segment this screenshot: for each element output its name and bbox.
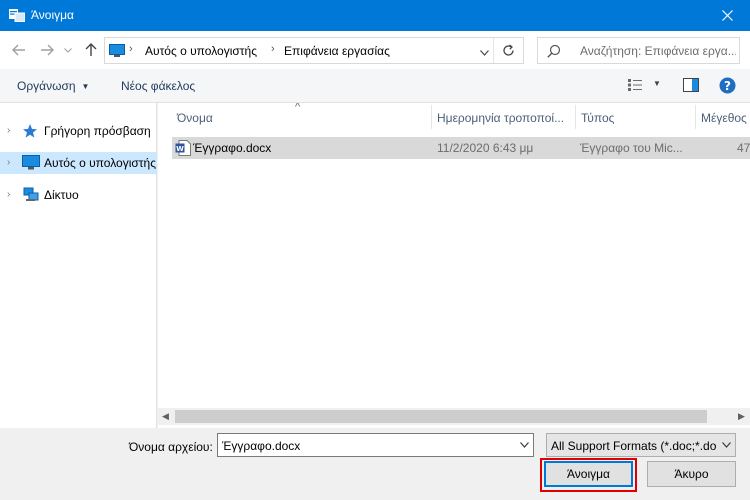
file-row[interactable]: W Έγγραφο.docx 11/2/2020 6:43 μμ Έγγραφο… [172, 137, 750, 159]
expand-chevron-icon[interactable]: › [7, 157, 10, 168]
chevron-down-icon: ▼ [81, 82, 90, 91]
new-folder-button[interactable]: Νέος φάκελος [121, 79, 195, 93]
column-header-type[interactable]: Τύπος [581, 111, 614, 125]
window-title: Άνοιγμα [31, 8, 74, 22]
address-row: › Αυτός ο υπολογιστής › Επιφάνεια εργασί… [0, 31, 750, 69]
file-list: ^ Όνομα Ημερομηνία τροποποί... Τύπος Μέγ… [158, 103, 750, 428]
change-view-icon[interactable] [627, 78, 643, 95]
nav-item-label: Δίκτυο [44, 188, 79, 202]
close-icon[interactable] [704, 0, 750, 31]
column-header-date[interactable]: Ημερομηνία τροποποί... [437, 111, 564, 125]
forward-arrow-icon[interactable] [38, 40, 56, 60]
computer-icon [22, 155, 40, 173]
file-type-filter-select[interactable]: All Support Formats (*.doc;*.do [546, 433, 736, 457]
word-doc-icon: W [175, 140, 191, 159]
nav-item-label: Αυτός ο υπολογιστής [44, 156, 156, 170]
address-dropdown-icon[interactable] [480, 45, 489, 59]
navigation-pane: › Γρήγορη πρόσβαση › Αυτός ο υπολογιστής… [0, 103, 157, 428]
breadcrumb-separator-icon: › [271, 43, 275, 55]
scrollbar-thumb[interactable] [175, 410, 707, 423]
filename-value: Έγγραφο.docx [222, 439, 301, 453]
breadcrumb-desktop[interactable]: Επιφάνεια εργασίας [284, 44, 390, 58]
help-icon[interactable]: ? [719, 77, 736, 97]
nav-item-label: Γρήγορη πρόσβαση [44, 124, 151, 138]
search-box[interactable]: Αναζήτηση: Επιφάνεια εργα... [537, 37, 740, 64]
file-type: Έγγραφο του Mic... [580, 141, 683, 155]
expand-chevron-icon[interactable]: › [7, 125, 10, 136]
view-options-chevron-icon[interactable]: ▼ [653, 79, 661, 88]
chevron-down-icon[interactable] [717, 434, 735, 456]
nav-item-this-pc[interactable]: › Αυτός ο υπολογιστής [0, 152, 157, 174]
column-divider[interactable] [695, 105, 696, 129]
command-bar: Οργάνωση ▼ Νέος φάκελος ▼ ? [0, 69, 750, 103]
column-header-name[interactable]: Όνομα [177, 111, 213, 125]
up-arrow-icon[interactable] [82, 40, 100, 60]
scroll-right-icon[interactable]: ▶ [738, 411, 745, 422]
filename-label: Όνομα αρχείου: [129, 440, 213, 454]
column-header-size[interactable]: Μέγεθος [701, 111, 747, 125]
horizontal-scrollbar[interactable]: ◀ ▶ [158, 408, 750, 425]
title-bar: Άνοιγμα [0, 0, 750, 31]
star-icon [22, 123, 38, 142]
dialog-footer: Όνομα αρχείου: Έγγραφο.docx All Support … [0, 428, 750, 500]
computer-icon [109, 44, 125, 60]
breadcrumb-separator-icon: › [129, 43, 133, 55]
recent-locations-chevron-icon[interactable] [62, 40, 74, 60]
column-divider[interactable] [575, 105, 576, 129]
open-button[interactable]: Άνοιγμα [544, 461, 633, 487]
organize-menu-button[interactable]: Οργάνωση ▼ [17, 79, 89, 93]
scroll-left-icon[interactable]: ◀ [162, 411, 169, 422]
svg-text:?: ? [724, 79, 731, 93]
file-date: 11/2/2020 6:43 μμ [437, 141, 534, 155]
address-bar[interactable]: › Αυτός ο υπολογιστής › Επιφάνεια εργασί… [104, 37, 524, 64]
nav-item-network[interactable]: › Δίκτυο [0, 184, 157, 206]
preview-pane-icon[interactable] [683, 78, 699, 95]
column-header-row: ^ Όνομα Ημερομηνία τροποποί... Τύπος Μέγ… [158, 103, 750, 131]
svg-text:W: W [176, 145, 184, 153]
refresh-icon[interactable] [493, 38, 523, 63]
file-type-filter-value: All Support Formats (*.doc;*.do [551, 439, 717, 453]
expand-chevron-icon[interactable]: › [7, 189, 10, 200]
network-icon [22, 187, 39, 206]
back-arrow-icon[interactable] [10, 40, 28, 60]
cancel-button[interactable]: Άκυρο [647, 461, 736, 487]
search-placeholder: Αναζήτηση: Επιφάνεια εργα... [580, 44, 736, 58]
file-size: 47 [737, 141, 750, 155]
filename-field[interactable]: Έγγραφο.docx [217, 433, 534, 457]
breadcrumb-this-pc[interactable]: Αυτός ο υπολογιστής [145, 44, 257, 58]
chevron-down-icon[interactable] [515, 434, 533, 456]
search-icon [547, 44, 561, 61]
sort-ascending-icon: ^ [295, 103, 301, 113]
organize-label: Οργάνωση [17, 79, 76, 93]
nav-item-quick-access[interactable]: › Γρήγορη πρόσβαση [0, 120, 157, 142]
file-name: Έγγραφο.docx [193, 141, 272, 155]
column-divider[interactable] [431, 105, 432, 129]
app-icon [9, 8, 26, 23]
